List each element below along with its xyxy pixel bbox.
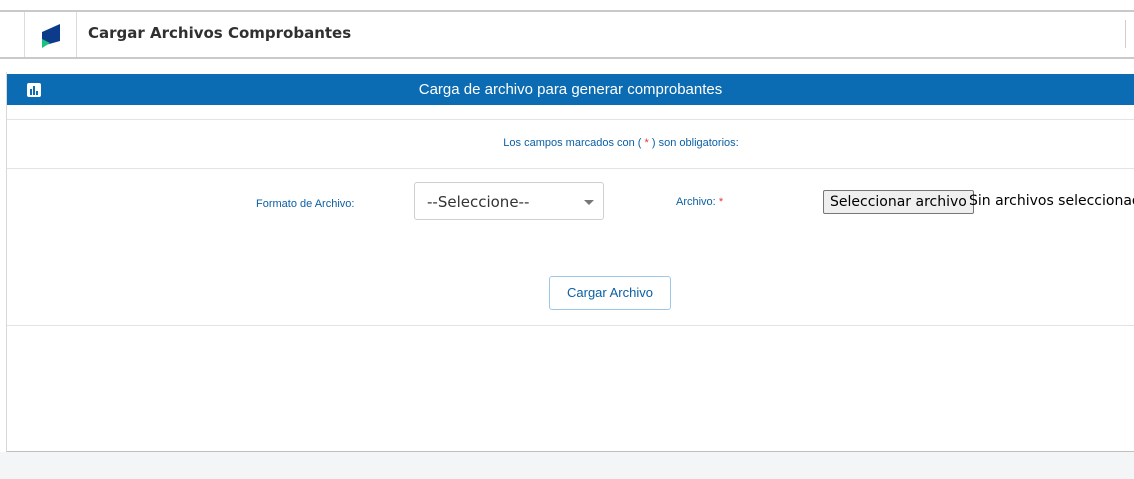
required-star: * [718,196,724,208]
required-fields-note: Los campos marcados con ( * ) son obliga… [7,137,1134,149]
top-bar: Cargar Archivos Comprobantes [0,10,1134,59]
panel-header: Carga de archivo para generar comprobant… [7,74,1134,105]
top-bar-divider [76,12,77,57]
divider [7,168,1134,169]
select-file-button[interactable]: Seleccionar archivo [823,190,974,214]
archivo-label-text: Archivo: [676,196,716,208]
required-note-prefix: Los campos marcados con ( [503,137,642,149]
formato-select[interactable]: --Seleccione-- [414,182,604,220]
top-bar-divider [1125,20,1126,48]
chevron-down-icon [584,200,594,205]
required-note-suffix: ) son obligatorios: [651,137,739,149]
app-logo-icon [42,24,60,48]
formato-label: Formato de Archivo: [256,198,355,210]
footer-area [0,452,1134,479]
page-title: Cargar Archivos Comprobantes [88,24,352,42]
formato-selected-value: --Seleccione-- [427,193,530,211]
panel-title: Carga de archivo para generar comprobant… [418,81,723,98]
file-status-text: Sin archivos seleccionado [969,193,1134,209]
archivo-label: Archivo: * [676,196,723,208]
upload-file-button[interactable]: Cargar Archivo [549,276,671,310]
top-bar-divider [24,12,25,57]
divider [7,325,1134,326]
upload-panel: Carga de archivo para generar comprobant… [6,72,1134,452]
required-star: * [644,137,649,149]
divider [7,119,1134,120]
